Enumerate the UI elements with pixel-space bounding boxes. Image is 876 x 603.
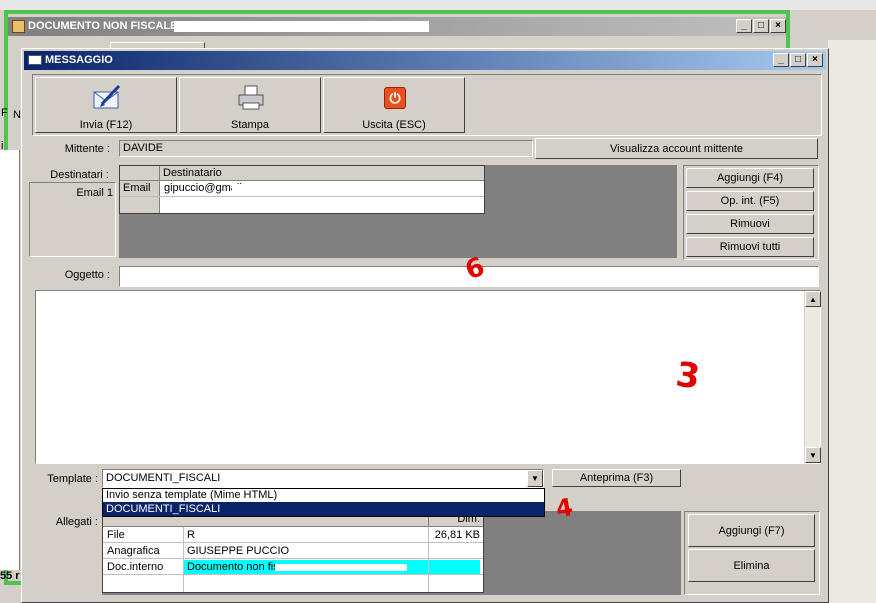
preview-button[interactable]: Anteprima (F3)	[552, 469, 681, 487]
attachment-type: Doc.interno	[107, 561, 164, 573]
bg-fragment-1: F	[1, 107, 8, 119]
subject-label: Oggetto :	[64, 269, 110, 281]
message-body[interactable]: ▲ ▼	[35, 290, 821, 464]
recipients-corner-cell	[120, 166, 160, 181]
recipients-label: Destinatari :	[50, 169, 109, 181]
print-label: Stampa	[231, 119, 269, 131]
view-sender-account-button[interactable]: Visualizza account mittente	[535, 138, 818, 159]
chevron-down-icon[interactable]: ▼	[527, 470, 543, 487]
recipient-type-text: Email	[123, 182, 151, 194]
message-dialog: MESSAGGIO _ □ × Invia (F12) Stampa ⏻ Usc…	[21, 48, 829, 603]
redacted-address	[232, 184, 327, 191]
remove-recipient-button[interactable]: Rimuovi	[686, 214, 814, 234]
minimize-button[interactable]: _	[773, 53, 789, 67]
attachment-type: File	[107, 529, 125, 541]
recipients-table: Destinatario Email gipuccio@gmail.com	[119, 165, 485, 214]
attachments-label: Allegati :	[55, 516, 98, 528]
template-label: Template :	[47, 473, 98, 485]
bg-close-button[interactable]: ×	[770, 19, 786, 33]
add-recipient-button[interactable]: Aggiungi (F4)	[686, 168, 814, 188]
recipient-type-list[interactable]: Email 1	[29, 182, 116, 257]
printer-icon	[238, 85, 264, 110]
bg-maximize-button[interactable]: □	[753, 19, 769, 33]
delete-attachment-button[interactable]: Elimina	[688, 549, 815, 582]
print-button[interactable]: Stampa	[179, 77, 321, 133]
sender-field[interactable]: DAVIDE	[119, 140, 533, 157]
attachments-table: Dim. File R 26,81 KB Anagrafica GIUSEPPE…	[102, 511, 484, 593]
recipient-column-header: Destinatario	[163, 167, 222, 179]
add-attachment-button[interactable]: Aggiungi (F7)	[688, 514, 815, 547]
attachments-grid: Dim. File R 26,81 KB Anagrafica GIUSEPPE…	[102, 511, 681, 595]
bg-minimize-button[interactable]: _	[736, 19, 752, 33]
app-icon	[12, 20, 25, 33]
template-option[interactable]: Invio senza template (Mime HTML)	[103, 489, 544, 502]
attachment-size: 26,81 KB	[434, 529, 480, 541]
template-option-selected[interactable]: DOCUMENTI_FISCALI	[103, 502, 544, 516]
scroll-down-button[interactable]: ▼	[805, 447, 821, 463]
maximize-button[interactable]: □	[790, 53, 806, 67]
sender-label: Mittente :	[64, 143, 110, 155]
background-top-strip	[0, 0, 876, 10]
power-icon: ⏻	[384, 87, 406, 109]
template-option-label: DOCUMENTI_FISCALI	[106, 503, 221, 515]
attachments-col-divider-2	[428, 527, 429, 592]
recipient-type-item[interactable]: Email 1	[76, 187, 113, 199]
close-button[interactable]: ×	[807, 53, 823, 67]
redacted-document-name	[275, 564, 407, 571]
table-row[interactable]: Anagrafica GIUSEPPE PUCCIO	[103, 543, 483, 559]
envelope-icon	[28, 55, 42, 65]
table-row[interactable]	[120, 197, 484, 213]
bg-right-strip	[828, 40, 876, 603]
table-row[interactable]: Doc.interno Documento non fis	[103, 559, 483, 575]
recipient-type-cell: Email	[120, 181, 160, 196]
dialog-title-bar: MESSAGGIO _ □ ×	[24, 51, 826, 70]
redacted-title	[174, 21, 429, 32]
internal-operator-button[interactable]: Op. int. (F5)	[686, 191, 814, 211]
background-window-title: DOCUMENTO NON FISCALE	[28, 20, 178, 32]
background-title-bar: DOCUMENTO NON FISCALE _ □ ×	[8, 17, 786, 36]
send-label: Invia (F12)	[79, 119, 133, 131]
send-mail-icon	[93, 84, 121, 109]
table-row[interactable]: Email gipuccio@gmail.com	[120, 181, 484, 197]
body-scrollbar[interactable]: ▲ ▼	[804, 291, 821, 463]
bg-bottom-fragment: 55 r	[0, 570, 20, 582]
attachment-name: GIUSEPPE PUCCIO	[187, 545, 290, 557]
send-button[interactable]: Invia (F12)	[35, 77, 177, 133]
recipients-grid: Destinatario Email gipuccio@gmail.com	[119, 165, 677, 258]
template-select[interactable]: DOCUMENTI_FISCALI ▼	[102, 469, 544, 488]
dialog-title: MESSAGGIO	[45, 54, 113, 66]
template-selected-value: DOCUMENTI_FISCALI	[106, 472, 221, 484]
recipient-header[interactable]: Destinatario	[160, 166, 484, 181]
bg-fragment-2: N	[13, 109, 21, 121]
attachment-type: Anagrafica	[107, 545, 160, 557]
remove-all-recipients-button[interactable]: Rimuovi tutti	[686, 237, 814, 257]
template-option-label: Invio senza template (Mime HTML)	[106, 489, 278, 501]
attachments-col-divider-1	[183, 527, 184, 592]
recipient-type-cell	[120, 197, 160, 213]
sender-value: DAVIDE	[123, 142, 164, 154]
template-dropdown-list[interactable]: Invio senza template (Mime HTML) DOCUMEN…	[102, 488, 545, 517]
exit-button[interactable]: ⏻ Uscita (ESC)	[323, 77, 465, 133]
exit-label: Uscita (ESC)	[362, 119, 426, 131]
bg-left-column	[0, 150, 20, 570]
attachment-name: R	[187, 529, 195, 541]
scroll-up-button[interactable]: ▲	[805, 291, 821, 307]
table-row[interactable]: File R 26,81 KB	[103, 527, 483, 543]
